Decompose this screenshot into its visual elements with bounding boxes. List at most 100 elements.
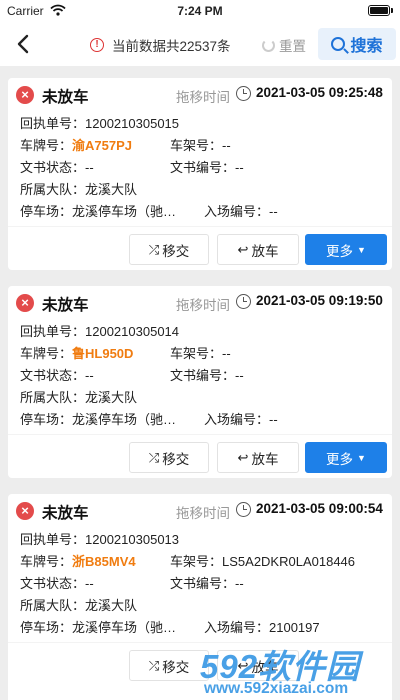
doc-no-label: 文书编号： xyxy=(170,368,236,383)
clock-time: 7:24 PM xyxy=(177,4,223,18)
move-time-label: 拖移时间 xyxy=(176,298,230,313)
refresh-icon xyxy=(262,38,275,52)
lot-field: 停车场：龙溪停车场（驰… xyxy=(20,201,176,220)
brigade-value: 龙溪大队 xyxy=(85,598,138,613)
nav-bar: ! 当前数据共22537条 重置 搜索 xyxy=(0,22,400,66)
release-button[interactable]: ↩ 放车 xyxy=(217,442,299,473)
plate-value: 鲁HL950D xyxy=(72,346,134,361)
reset-label: 重置 xyxy=(279,39,306,54)
move-time-value: 2021-03-05 09:25:48 xyxy=(256,85,383,100)
release-label: 放车 xyxy=(251,243,279,259)
entry-no-field: 入场编号：-- xyxy=(204,201,278,220)
receipt-field: 回执单号：1200210305014 xyxy=(20,321,179,340)
transfer-label: 移交 xyxy=(162,451,190,467)
lot-value: 龙溪停车场（驰… xyxy=(72,412,177,427)
doc-no-value: -- xyxy=(235,160,244,175)
entry-no-value: -- xyxy=(269,204,278,219)
plate-value: 浙B85MV4 xyxy=(72,554,136,569)
receipt-field: 回执单号：1200210305015 xyxy=(20,113,179,132)
lot-label: 停车场： xyxy=(20,620,73,635)
transfer-label: 移交 xyxy=(162,243,190,259)
brigade-field: 所属大队：龙溪大队 xyxy=(20,387,137,406)
lot-value: 龙溪停车场（驰… xyxy=(72,204,177,219)
frame-value: -- xyxy=(222,138,231,153)
brigade-field: 所属大队：龙溪大队 xyxy=(20,595,137,614)
receipt-label: 回执单号： xyxy=(20,116,86,131)
brigade-label: 所属大队： xyxy=(20,182,86,197)
record-status: 未放车 xyxy=(42,505,89,522)
plate-label: 车牌号： xyxy=(20,138,73,153)
caret-down-icon: ▼ xyxy=(357,244,366,255)
unreleased-status-icon: × xyxy=(16,502,34,520)
more-button[interactable]: 更多 ▼ xyxy=(305,234,387,265)
plate-field: 车牌号：渝A757PJ xyxy=(20,135,132,154)
caret-down-icon: ▼ xyxy=(357,452,366,463)
undo-icon: ↩ xyxy=(237,449,249,465)
frame-value: LS5A2DKR0LA018446 xyxy=(222,554,356,569)
back-arrow-icon[interactable] xyxy=(12,32,36,56)
frame-value: -- xyxy=(222,346,231,361)
info-icon: ! xyxy=(90,38,104,52)
release-label: 放车 xyxy=(251,451,279,467)
doc-status-field: 文书状态：-- xyxy=(20,573,94,592)
search-label: 搜索 xyxy=(350,38,383,55)
shuffle-icon: ⤮ xyxy=(148,241,160,257)
doc-status-value: -- xyxy=(85,576,94,591)
brigade-value: 龙溪大队 xyxy=(85,182,138,197)
doc-no-value: -- xyxy=(235,368,244,383)
shuffle-icon: ⤮ xyxy=(148,449,160,465)
receipt-value: 1200210305013 xyxy=(85,532,180,547)
search-button[interactable]: 搜索 xyxy=(318,28,396,60)
transfer-button[interactable]: ⤮ 移交 xyxy=(129,234,209,265)
battery-icon xyxy=(368,5,393,16)
doc-status-label: 文书状态： xyxy=(20,576,86,591)
move-time-value: 2021-03-05 09:00:54 xyxy=(256,501,383,516)
brigade-field: 所属大队：龙溪大队 xyxy=(20,179,137,198)
move-time-label: 拖移时间 xyxy=(176,90,230,105)
doc-status-label: 文书状态： xyxy=(20,368,86,383)
entry-no-label: 入场编号： xyxy=(204,412,270,427)
entry-no-label: 入场编号： xyxy=(204,620,270,635)
receipt-value: 1200210305015 xyxy=(85,116,180,131)
frame-label: 车架号： xyxy=(170,138,223,153)
entry-no-label: 入场编号： xyxy=(204,204,270,219)
plate-label: 车牌号： xyxy=(20,346,73,361)
transfer-button[interactable]: ⤮ 移交 xyxy=(129,650,209,681)
entry-no-field: 入场编号：2100197 xyxy=(204,617,320,636)
transfer-button[interactable]: ⤮ 移交 xyxy=(129,442,209,473)
entry-no-field: 入场编号：-- xyxy=(204,409,278,428)
lot-field: 停车场：龙溪停车场（驰… xyxy=(20,617,176,636)
unreleased-status-icon: × xyxy=(16,294,34,312)
record-count: ! 当前数据共22537条 xyxy=(90,35,231,55)
doc-status-value: -- xyxy=(85,368,94,383)
lot-label: 停车场： xyxy=(20,204,73,219)
move-time-value: 2021-03-05 09:19:50 xyxy=(256,293,383,308)
plate-label: 车牌号： xyxy=(20,554,73,569)
doc-no-label: 文书编号： xyxy=(170,576,236,591)
plate-field: 车牌号：鲁HL950D xyxy=(20,343,133,362)
record-status: 未放车 xyxy=(42,89,89,106)
release-button[interactable]: ↩ 放车 xyxy=(217,234,299,265)
doc-status-label: 文书状态： xyxy=(20,160,86,175)
reset-button[interactable]: 重置 xyxy=(262,35,306,55)
doc-status-field: 文书状态：-- xyxy=(20,157,94,176)
watermark: 592软件园 www.592xiazai.com xyxy=(200,640,400,700)
more-label: 更多 xyxy=(326,451,354,467)
record-card: × 未放车 拖移时间 2021-03-05 09:19:50 回执单号：1200… xyxy=(8,286,392,478)
plate-field: 车牌号：浙B85MV4 xyxy=(20,551,136,570)
lot-field: 停车场：龙溪停车场（驰… xyxy=(20,409,176,428)
more-button[interactable]: 更多 ▼ xyxy=(305,442,387,473)
record-card: × 未放车 拖移时间 2021-03-05 09:25:48 回执单号：1200… xyxy=(8,78,392,270)
clock-icon xyxy=(236,86,251,101)
brigade-label: 所属大队： xyxy=(20,598,86,613)
doc-status-value: -- xyxy=(85,160,94,175)
clock-icon xyxy=(236,294,251,309)
entry-no-value: -- xyxy=(269,412,278,427)
undo-icon: ↩ xyxy=(237,241,249,257)
frame-field: 车架号：LS5A2DKR0LA018446 xyxy=(170,551,355,570)
lot-label: 停车场： xyxy=(20,412,73,427)
transfer-label: 移交 xyxy=(162,659,190,675)
brigade-value: 龙溪大队 xyxy=(85,390,138,405)
frame-field: 车架号：-- xyxy=(170,343,231,362)
doc-no-value: -- xyxy=(235,576,244,591)
